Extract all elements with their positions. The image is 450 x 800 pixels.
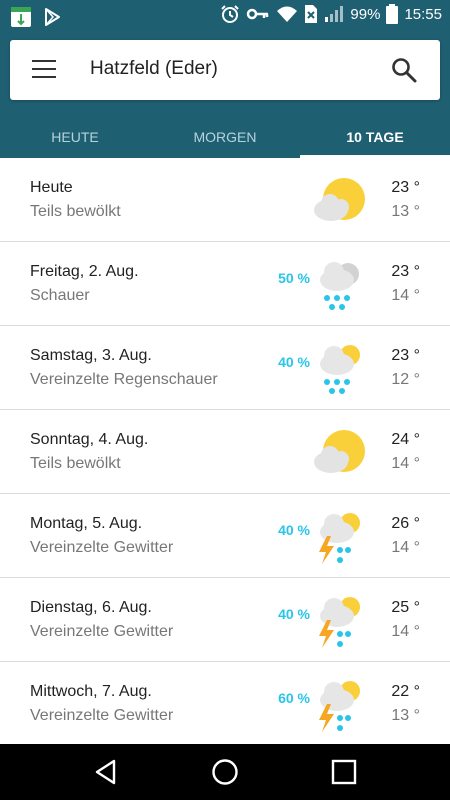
condition-label: Vereinzelte Gewitter xyxy=(30,707,174,724)
temp-high: 26 ° xyxy=(391,515,420,532)
vpn-key-icon xyxy=(247,8,269,20)
temp-high: 23 ° xyxy=(391,179,420,196)
partly-cloudy-icon xyxy=(314,178,365,221)
scattered-thunderstorms-icon xyxy=(319,597,360,648)
showers-icon xyxy=(320,262,359,310)
condition-label: Vereinzelte Regenschauer xyxy=(30,371,218,388)
back-icon[interactable] xyxy=(92,758,120,786)
condition-label: Teils bewölkt xyxy=(30,455,121,472)
temp-high: 22 ° xyxy=(391,683,420,700)
day-label: Heute xyxy=(30,179,73,196)
forecast-row[interactable]: Sonntag, 4. Aug. Teils bewölkt 24 ° 14 ° xyxy=(0,410,450,494)
scattered-showers-icon xyxy=(320,345,360,394)
battery-icon xyxy=(386,4,399,24)
partly-cloudy-icon xyxy=(314,430,365,473)
forecast-row[interactable]: Montag, 5. Aug. Vereinzelte Gewitter 40 … xyxy=(0,494,450,578)
temp-high: 25 ° xyxy=(391,599,420,616)
play-store-icon xyxy=(45,8,60,26)
scattered-thunderstorms-icon xyxy=(319,513,360,564)
system-nav-bar xyxy=(0,744,450,800)
no-sim-icon xyxy=(305,5,318,23)
menu-icon[interactable] xyxy=(32,60,56,80)
home-icon[interactable] xyxy=(211,758,239,786)
precip-chance: 40 % xyxy=(278,606,310,622)
day-label: Dienstag, 6. Aug. xyxy=(30,599,152,616)
day-label: Mittwoch, 7. Aug. xyxy=(30,683,152,700)
status-bar: 99% 15:55 xyxy=(0,0,450,32)
forecast-row[interactable]: Freitag, 2. Aug. Schauer 50 % 23 ° 14 ° xyxy=(0,242,450,326)
location-search-bar[interactable]: Hatzfeld (Eder) xyxy=(10,40,440,100)
forecast-row[interactable]: Heute Teils bewölkt 23 ° 13 ° xyxy=(0,158,450,242)
temp-high: 24 ° xyxy=(391,431,420,448)
temp-low: 14 ° xyxy=(391,455,420,472)
precip-chance: 40 % xyxy=(278,354,310,370)
temp-high: 23 ° xyxy=(391,347,420,364)
temp-high: 23 ° xyxy=(391,263,420,280)
temp-low: 13 ° xyxy=(391,203,420,220)
temp-low: 13 ° xyxy=(391,707,420,724)
battery-percent: 99% xyxy=(350,5,381,23)
wifi-icon xyxy=(277,6,298,22)
precip-chance: 60 % xyxy=(278,690,310,706)
condition-label: Vereinzelte Gewitter xyxy=(30,539,174,556)
app-notification-icon xyxy=(11,7,31,27)
forecast-row[interactable]: Samstag, 3. Aug. Vereinzelte Regenschaue… xyxy=(0,326,450,410)
tab-morgen[interactable]: MORGEN xyxy=(150,116,300,158)
tab-heute[interactable]: HEUTE xyxy=(0,116,150,158)
condition-label: Teils bewölkt xyxy=(30,203,121,220)
day-label: Freitag, 2. Aug. xyxy=(30,263,139,280)
temp-low: 14 ° xyxy=(391,287,420,304)
location-name[interactable]: Hatzfeld (Eder) xyxy=(90,58,218,80)
precip-chance: 50 % xyxy=(278,270,310,286)
temp-low: 14 ° xyxy=(391,623,420,640)
search-icon[interactable] xyxy=(390,56,418,84)
app-bar: Hatzfeld (Eder) HEUTE MORGEN 10 TAGE xyxy=(0,32,450,158)
condition-label: Schauer xyxy=(30,287,90,304)
condition-label: Vereinzelte Gewitter xyxy=(30,623,174,640)
tab-10-tage[interactable]: 10 TAGE xyxy=(300,116,450,158)
tab-bar: HEUTE MORGEN 10 TAGE xyxy=(0,116,450,158)
day-label: Sonntag, 4. Aug. xyxy=(30,431,149,448)
forecast-row[interactable]: Mittwoch, 7. Aug. Vereinzelte Gewitter 6… xyxy=(0,662,450,744)
precip-chance: 40 % xyxy=(278,522,310,538)
scattered-thunderstorms-icon xyxy=(319,681,360,732)
temp-low: 12 ° xyxy=(391,371,420,388)
day-label: Samstag, 3. Aug. xyxy=(30,347,152,364)
day-label: Montag, 5. Aug. xyxy=(30,515,143,532)
signal-icon xyxy=(325,6,344,22)
clock: 15:55 xyxy=(404,5,442,23)
recents-icon[interactable] xyxy=(330,758,358,786)
alarm-icon xyxy=(221,5,240,23)
forecast-row[interactable]: Dienstag, 6. Aug. Vereinzelte Gewitter 4… xyxy=(0,578,450,662)
forecast-list: Heute Teils bewölkt 23 ° 13 ° Freitag, 2… xyxy=(0,158,450,744)
temp-low: 14 ° xyxy=(391,539,420,556)
